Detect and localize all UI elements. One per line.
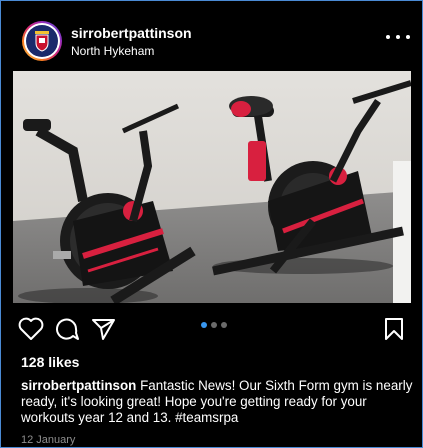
post-date: 12 January xyxy=(21,434,76,446)
post-caption: sirrobertpattinson Fantastic News! Our S… xyxy=(21,378,416,426)
post-actions-bar xyxy=(1,311,422,347)
post-location[interactable]: North Hykeham xyxy=(71,44,154,58)
comment-icon[interactable] xyxy=(53,315,81,343)
like-count[interactable]: 128 likes xyxy=(21,354,79,370)
post-header: sirrobertpattinson North Hykeham xyxy=(1,1,422,71)
caption-username[interactable]: sirrobertpattinson xyxy=(21,378,136,393)
share-icon[interactable] xyxy=(89,315,117,343)
carousel-indicator xyxy=(201,322,227,328)
heart-icon[interactable] xyxy=(17,315,45,343)
carousel-dot[interactable] xyxy=(211,322,217,328)
bookmark-icon[interactable] xyxy=(380,315,408,343)
school-crest-icon xyxy=(26,25,58,57)
carousel-dot[interactable] xyxy=(221,322,227,328)
post-image[interactable] xyxy=(13,71,411,303)
carousel-dot-active[interactable] xyxy=(201,322,207,328)
more-options-icon[interactable] xyxy=(386,29,410,45)
avatar[interactable] xyxy=(22,21,62,61)
instagram-post: sirrobertpattinson North Hykeham 128 lik… xyxy=(0,0,423,448)
post-username[interactable]: sirrobertpattinson xyxy=(71,25,192,41)
